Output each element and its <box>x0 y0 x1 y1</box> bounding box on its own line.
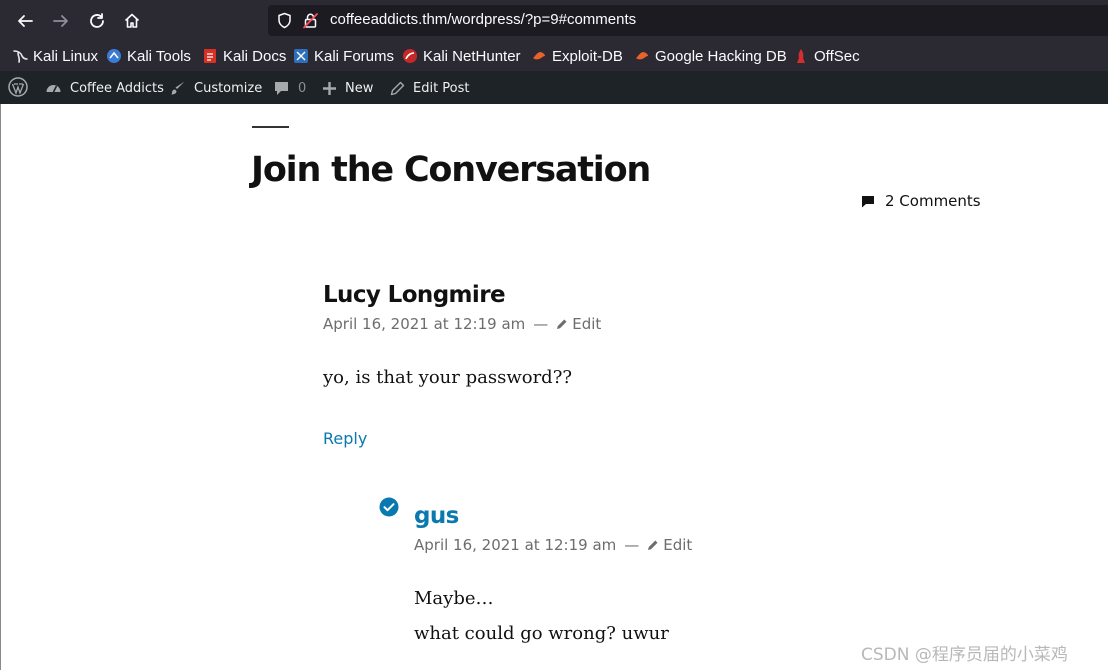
comment-date-link[interactable]: April 16, 2021 at 12:19 am <box>323 315 525 333</box>
comment-bubble-icon <box>275 81 288 95</box>
bookmarks-bar: Kali Linux Kali Tools Kali Docs Kali For… <box>0 41 1108 71</box>
forward-button[interactable] <box>48 8 74 34</box>
comment-edit-link[interactable]: Edit <box>647 536 692 554</box>
reload-button[interactable] <box>84 8 110 34</box>
comment-meta: April 16, 2021 at 12:19 am — Edit <box>323 315 601 333</box>
dashboard-gauge-icon <box>46 84 61 92</box>
arrow-right-icon <box>53 15 68 27</box>
offsec-icon <box>797 49 805 63</box>
wp-logo-button[interactable] <box>8 77 36 97</box>
comment-meta: April 16, 2021 at 12:19 am — Edit <box>414 536 692 554</box>
bookmark-exploit-db[interactable]: Exploit-DB <box>531 47 623 65</box>
bookmark-kali-forums[interactable]: Kali Forums <box>293 47 394 65</box>
bookmark-kali-docs[interactable]: Kali Docs <box>202 47 286 65</box>
comment-icon <box>862 195 874 207</box>
brush-icon <box>171 81 185 95</box>
kali-dragon-icon <box>13 50 28 63</box>
insecure-lock-icon[interactable] <box>302 12 319 29</box>
exploitdb-icon <box>533 52 545 60</box>
meta-separator: — <box>624 536 640 554</box>
comments-link[interactable]: 0 <box>273 79 306 97</box>
back-button[interactable] <box>12 8 38 34</box>
wordpress-logo-icon <box>8 77 28 97</box>
shield-icon[interactable] <box>276 12 293 29</box>
browser-toolbar: coffeeaddicts.thm/wordpress/?p=9#comment… <box>0 0 1108 41</box>
pencil-icon <box>390 81 405 95</box>
bookmark-kali-linux[interactable]: Kali Linux <box>12 47 98 65</box>
comments-count-link[interactable]: 2 Comments <box>861 192 981 210</box>
meta-separator: — <box>533 315 549 333</box>
pencil-icon <box>648 540 658 550</box>
comment-body-line: Maybe… <box>414 588 494 609</box>
kali-tools-icon <box>107 49 121 63</box>
csdn-watermark: CSDN @程序员届的小菜鸡 <box>861 645 1068 665</box>
arrow-left-icon <box>18 15 33 27</box>
bookmark-offsec[interactable]: OffSec <box>793 47 860 65</box>
comment-body-line: yo, is that your password?? <box>323 367 573 388</box>
customize-link[interactable]: Customize <box>170 79 262 97</box>
page-left-border <box>0 104 1 670</box>
bookmark-google-hacking-db[interactable]: Google Hacking DB <box>634 47 787 65</box>
pencil-icon <box>557 319 567 329</box>
url-bar[interactable]: coffeeaddicts.thm/wordpress/?p=9#comment… <box>268 5 1108 36</box>
reload-icon <box>90 13 104 28</box>
url-text[interactable]: coffeeaddicts.thm/wordpress/?p=9#comment… <box>330 11 636 28</box>
heading-divider <box>252 126 289 128</box>
home-button[interactable] <box>119 8 145 34</box>
comment-date-link[interactable]: April 16, 2021 at 12:19 am <box>414 536 616 554</box>
wp-admin-bar: Coffee Addicts Customize 0 New Edit Post <box>0 71 1108 104</box>
kali-docs-icon <box>204 49 216 63</box>
comment-author: Lucy Longmire <box>323 282 506 308</box>
site-name-link[interactable]: Coffee Addicts <box>45 79 164 97</box>
home-icon <box>124 13 140 28</box>
kali-forums-icon <box>294 49 308 63</box>
edit-post-link[interactable]: Edit Post <box>390 79 470 97</box>
new-content-link[interactable]: New <box>322 79 373 97</box>
reply-link[interactable]: Reply <box>323 429 367 448</box>
nethunter-icon <box>403 49 417 63</box>
comment-author-link[interactable]: gus <box>414 503 459 529</box>
plus-icon <box>323 81 336 95</box>
bookmark-kali-nethunter[interactable]: Kali NetHunter <box>402 47 521 65</box>
verified-author-icon <box>379 497 399 517</box>
bookmark-kali-tools[interactable]: Kali Tools <box>106 47 191 65</box>
comments-heading: Join the Conversation <box>251 150 651 190</box>
ghdb-icon <box>636 52 648 60</box>
comment-body-line: what could go wrong? uwur <box>414 623 669 644</box>
comment-edit-link[interactable]: Edit <box>556 315 601 333</box>
